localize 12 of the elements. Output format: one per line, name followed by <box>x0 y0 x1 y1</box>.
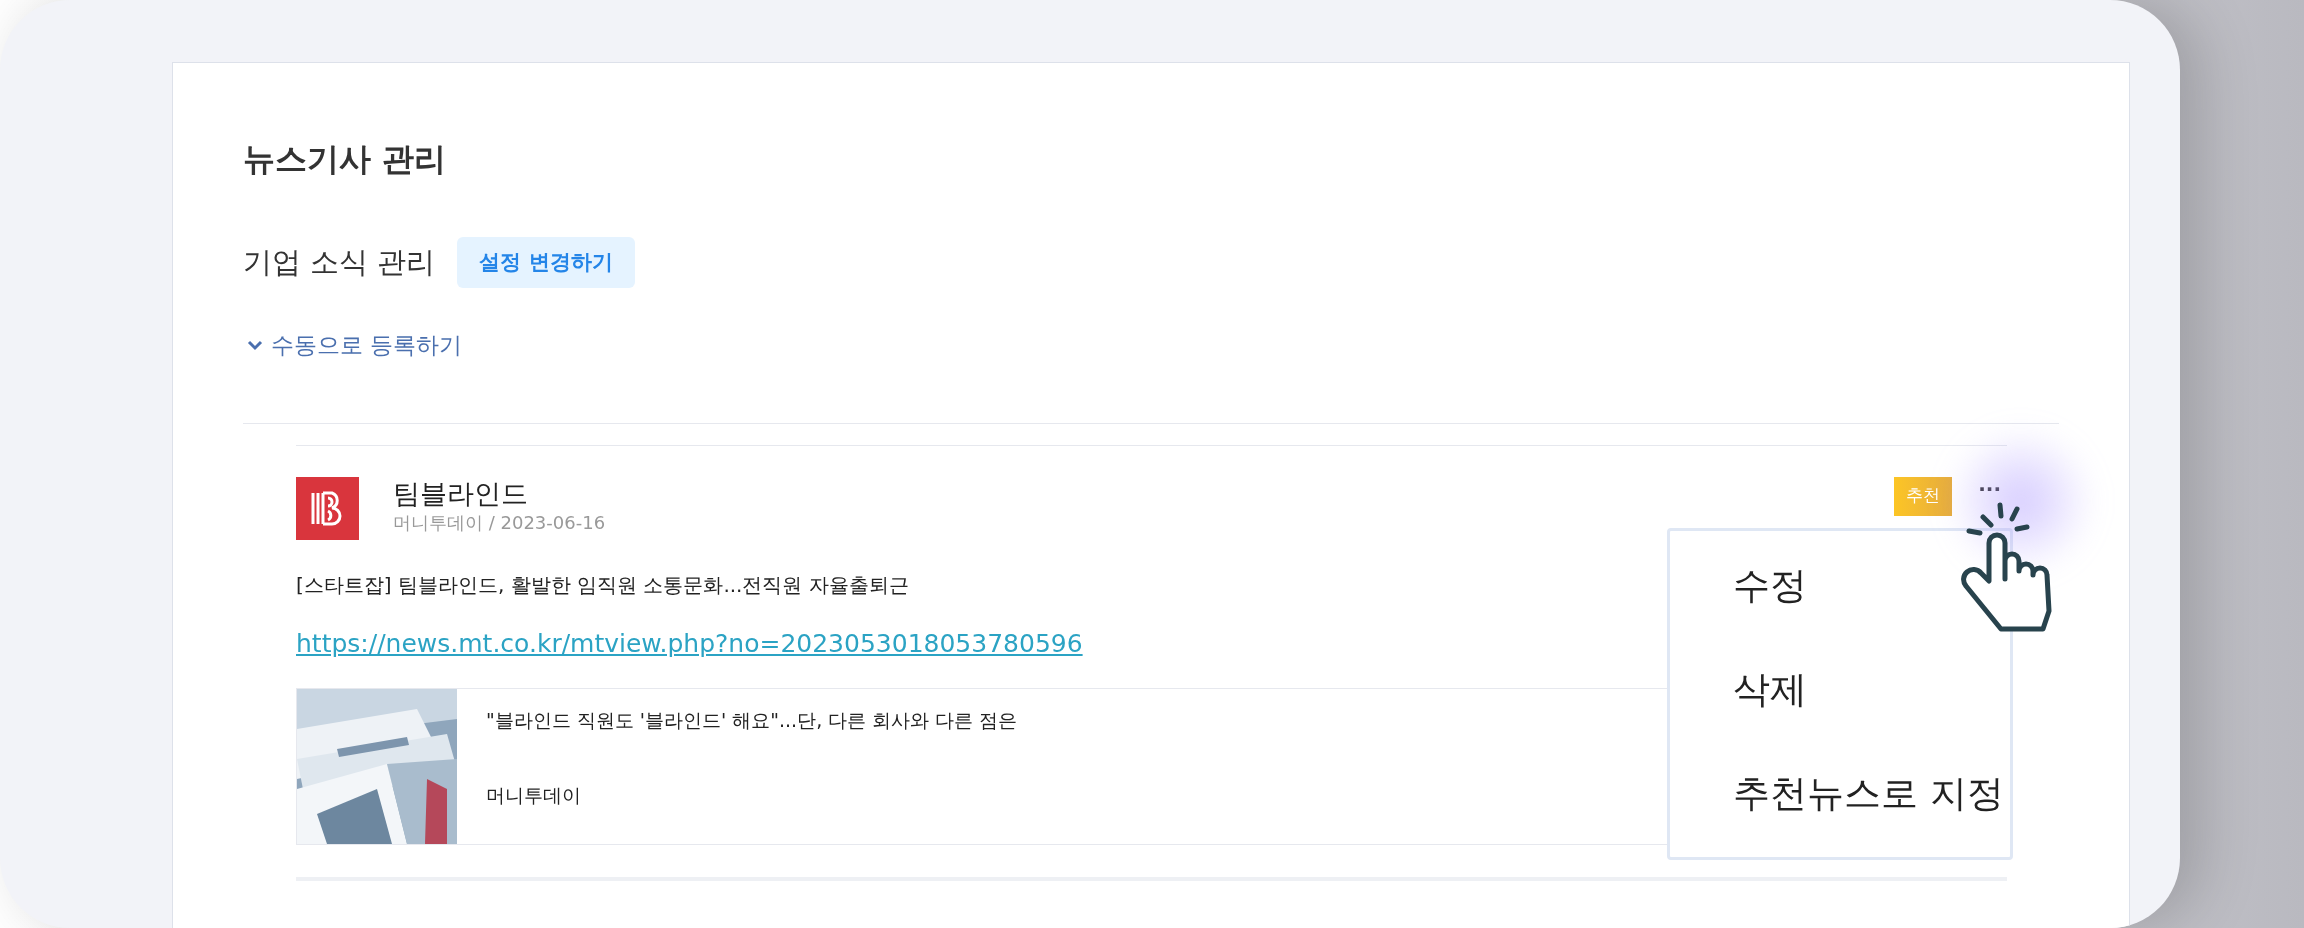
manual-register-toggle[interactable]: 수동으로 등록하기 <box>247 328 463 363</box>
preview-source: 머니투데이 <box>486 782 582 808</box>
news-headline: [스타트잡] 팀블라인드, 활발한 임직원 소통문화...전직원 자율출퇴근 <box>296 571 909 599</box>
company-logo-icon <box>296 476 359 540</box>
source-date: 머니투데이 / 2023-06-16 <box>393 510 606 535</box>
company-name: 팀블라인드 <box>393 476 529 511</box>
recommended-badge: 추천 <box>1894 476 1953 516</box>
menu-item[interactable]: 추천뉴스로 지정 <box>1670 741 2010 846</box>
section-title: 기업 소식 관리 <box>243 243 436 281</box>
preview-title: "블라인드 직원도 '블라인드' 해요"...단, 다른 회사와 다른 점은 <box>486 707 1018 733</box>
page-title: 뉴스기사 관리 <box>243 139 448 179</box>
more-button[interactable]: ... <box>1978 476 2001 491</box>
